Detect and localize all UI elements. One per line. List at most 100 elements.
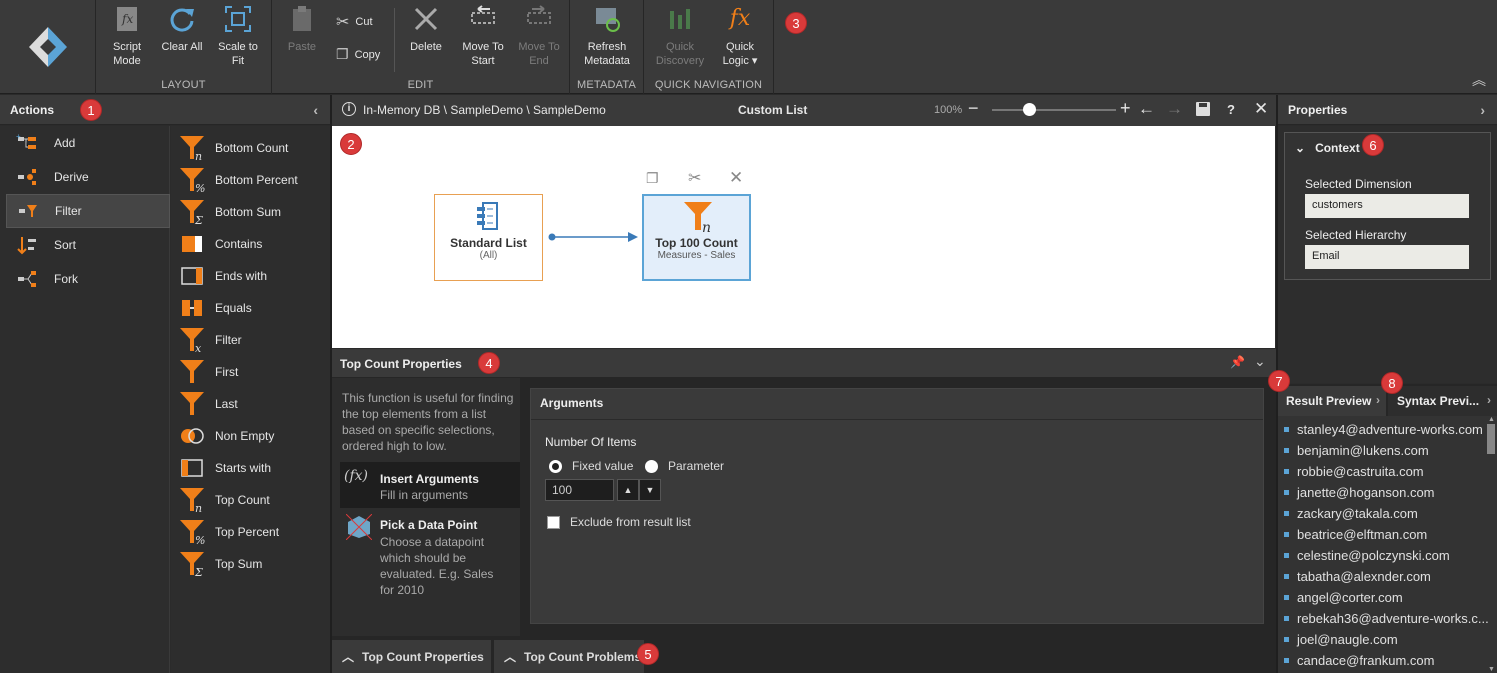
number-of-items-input[interactable]: 100 bbox=[545, 479, 614, 501]
bullet-icon bbox=[1284, 553, 1289, 558]
result-list-item[interactable]: joel@naugle.com bbox=[1284, 632, 1398, 647]
derive-icon bbox=[14, 164, 40, 190]
action-sort[interactable]: Sort bbox=[6, 228, 170, 262]
filter-item[interactable]: Contains bbox=[179, 228, 262, 260]
tab-top-count-problems[interactable]: ︿ Top Count Problems bbox=[494, 640, 644, 673]
scale-to-fit-button[interactable]: Scale to Fit bbox=[212, 4, 264, 68]
context-label: Context bbox=[1315, 141, 1360, 155]
action-derive[interactable]: Derive bbox=[6, 160, 170, 194]
selected-dimension-field[interactable]: customers bbox=[1305, 194, 1469, 218]
decrement-button[interactable]: ▼ bbox=[639, 479, 661, 501]
collapse-left-icon[interactable]: ‹ bbox=[313, 102, 318, 118]
cut-label: Cut bbox=[355, 16, 373, 28]
action-filter[interactable]: Filter bbox=[6, 194, 170, 228]
pin-icon[interactable]: 📌 bbox=[1230, 355, 1245, 369]
quick-navigation-group: Quick Discovery fx Quick Logic ▾ QUICK N… bbox=[644, 0, 774, 94]
collapse-ribbon-icon[interactable]: ︽ bbox=[1472, 70, 1486, 90]
callout-badge-5: 5 bbox=[637, 643, 659, 665]
result-list-item[interactable]: candace@frankum.com bbox=[1284, 653, 1434, 668]
svg-text:x: x bbox=[195, 342, 202, 353]
result-item-label: tabatha@alexnder.com bbox=[1297, 569, 1431, 584]
tab-label: Top Count Problems bbox=[524, 649, 642, 664]
fixed-value-radio[interactable]: Fixed value bbox=[549, 459, 633, 473]
bullet-icon bbox=[1284, 637, 1289, 642]
result-list-item[interactable]: beatrice@elftman.com bbox=[1284, 527, 1427, 542]
bullet-icon bbox=[1284, 448, 1289, 453]
close-canvas-icon[interactable]: ✕ bbox=[1254, 99, 1268, 119]
move-to-end-button[interactable]: Move To End bbox=[512, 4, 566, 68]
filter-item[interactable]: % Top Percent bbox=[179, 516, 279, 548]
filter-item-label: Last bbox=[215, 397, 238, 411]
result-list-item[interactable]: zackary@takala.com bbox=[1284, 506, 1418, 521]
bottom-tab-bar: ︿ Top Count Properties ︿ Top Count Problem… bbox=[332, 636, 1276, 673]
filter-item-label: Filter bbox=[215, 333, 242, 347]
selected-hierarchy-field[interactable]: Email bbox=[1305, 245, 1469, 269]
copy-button[interactable]: ❐ Copy bbox=[336, 46, 380, 63]
script-mode-button[interactable]: fx Script Mode bbox=[104, 4, 150, 68]
action-add[interactable]: + Add bbox=[6, 126, 170, 160]
node-standard-list[interactable]: Standard List (All) bbox=[434, 194, 543, 281]
exclude-checkbox[interactable]: Exclude from result list bbox=[547, 515, 691, 529]
node-cut-icon[interactable]: ✂ bbox=[688, 168, 701, 188]
result-list-item[interactable]: robbie@castruita.com bbox=[1284, 464, 1424, 479]
info-icon[interactable]: i bbox=[342, 102, 356, 116]
save-icon[interactable] bbox=[1196, 102, 1210, 116]
filter-item[interactable]: Last bbox=[179, 388, 238, 420]
clear-all-button[interactable]: Clear All bbox=[156, 4, 208, 54]
result-list-item[interactable]: rebekah36@adventure-works.c... bbox=[1284, 611, 1489, 626]
help-icon[interactable]: ? bbox=[1227, 102, 1235, 117]
result-list-item[interactable]: tabatha@alexnder.com bbox=[1284, 569, 1431, 584]
result-list-item[interactable]: stanley4@adventure-works.com bbox=[1284, 422, 1483, 437]
result-list-item[interactable]: celestine@polczynski.com bbox=[1284, 548, 1450, 563]
zoom-slider[interactable] bbox=[992, 103, 1116, 116]
filter-item[interactable]: First bbox=[179, 356, 238, 388]
insert-arguments-item[interactable]: (fx) Insert Arguments Fill in arguments bbox=[340, 462, 520, 508]
tab-result-preview[interactable]: Result Preview › bbox=[1278, 386, 1386, 416]
logic-canvas[interactable]: Standard List (All) ❐ ✂ ✕ n Top 100 Coun… bbox=[332, 126, 1275, 348]
tab-syntax-preview[interactable]: Syntax Previ... › bbox=[1388, 386, 1497, 416]
quick-discovery-button[interactable]: Quick Discovery bbox=[650, 4, 710, 68]
filter-item[interactable]: Σ Top Sum bbox=[179, 548, 262, 580]
node-top-count[interactable]: n Top 100 Count Measures - Sales bbox=[642, 194, 751, 281]
scroll-down-icon[interactable]: ▼ bbox=[1488, 666, 1495, 673]
collapse-right-icon[interactable]: › bbox=[1480, 102, 1485, 118]
result-list-item[interactable]: benjamin@lukens.com bbox=[1284, 443, 1429, 458]
node-copy-icon[interactable]: ❐ bbox=[646, 170, 659, 187]
filter-item[interactable]: x Filter bbox=[179, 324, 242, 356]
forward-arrow-icon[interactable]: → bbox=[1166, 99, 1183, 119]
filter-item[interactable]: Ends with bbox=[179, 260, 267, 292]
chevron-down-icon[interactable]: ⌄ bbox=[1254, 353, 1266, 370]
result-list-item[interactable]: janette@hoganson.com bbox=[1284, 485, 1435, 500]
action-fork[interactable]: Fork bbox=[6, 262, 170, 296]
filter-item[interactable]: Σ Bottom Sum bbox=[179, 196, 281, 228]
increment-button[interactable]: ▲ bbox=[617, 479, 639, 501]
refresh-metadata-button[interactable]: Refresh Metadata bbox=[576, 4, 638, 68]
filter-item[interactable]: n Top Count bbox=[179, 484, 270, 516]
zoom-in-icon[interactable]: + bbox=[1120, 98, 1131, 119]
filter-item[interactable]: Starts with bbox=[179, 452, 271, 484]
quick-logic-button[interactable]: fx Quick Logic ▾ bbox=[714, 4, 766, 68]
paste-button[interactable]: Paste bbox=[278, 4, 326, 54]
back-arrow-icon[interactable]: ← bbox=[1138, 99, 1155, 119]
scroll-up-icon[interactable]: ▲ bbox=[1488, 416, 1495, 423]
parameter-radio[interactable]: Parameter bbox=[645, 459, 724, 473]
filter-item[interactable]: Equals bbox=[179, 292, 252, 324]
tab-top-count-properties[interactable]: ︿ Top Count Properties bbox=[332, 640, 491, 673]
scrollbar-thumb[interactable] bbox=[1487, 424, 1495, 454]
filter-item-label: Starts with bbox=[215, 461, 272, 475]
zoom-out-icon[interactable]: − bbox=[968, 98, 979, 119]
delete-button[interactable]: Delete bbox=[402, 4, 450, 54]
cut-button[interactable]: ✂ Cut bbox=[336, 12, 373, 32]
filter-item[interactable]: % Bottom Percent bbox=[179, 164, 298, 196]
sort-icon bbox=[14, 232, 40, 258]
filter-item[interactable]: Non Empty bbox=[179, 420, 274, 452]
filter-item[interactable]: n Bottom Count bbox=[179, 132, 288, 164]
svg-text:n: n bbox=[195, 150, 202, 161]
move-to-end-label: Move To End bbox=[518, 41, 560, 67]
zoom-slider-handle[interactable] bbox=[1023, 103, 1037, 116]
node-delete-icon[interactable]: ✕ bbox=[729, 168, 743, 188]
pick-data-point-item[interactable]: Pick a Data Point Choose a datapoint whi… bbox=[340, 514, 520, 597]
move-to-start-button[interactable]: Move To Start bbox=[456, 4, 510, 68]
context-toggle[interactable]: ⌄ Context bbox=[1295, 141, 1360, 155]
result-list-item[interactable]: angel@corter.com bbox=[1284, 590, 1403, 605]
